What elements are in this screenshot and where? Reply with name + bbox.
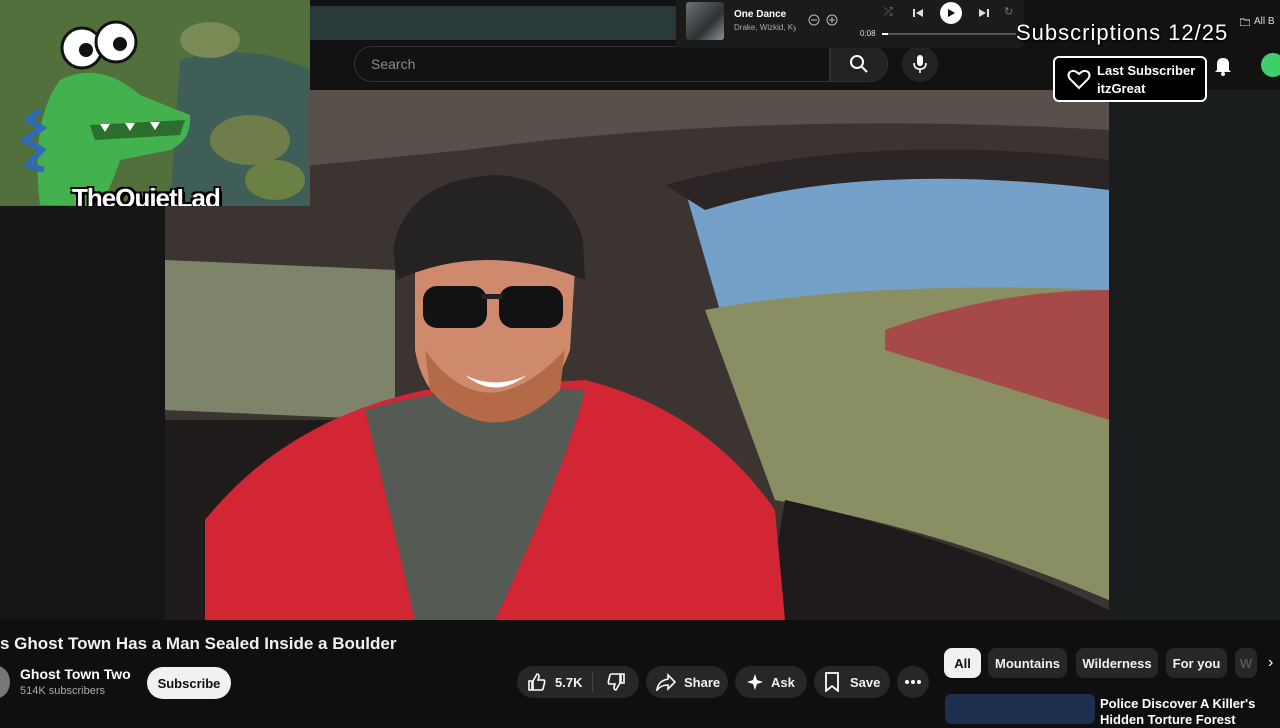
streamer-logo: TheQuietLad bbox=[72, 183, 221, 206]
thumbs-down-icon bbox=[607, 673, 625, 691]
playback-progress[interactable] bbox=[882, 33, 1016, 35]
heart-icon bbox=[1067, 68, 1091, 95]
album-art bbox=[686, 2, 724, 40]
save-label: Save bbox=[850, 674, 881, 690]
microphone-icon bbox=[913, 55, 927, 73]
folder-icon bbox=[1240, 18, 1250, 26]
notifications-button[interactable] bbox=[1212, 54, 1234, 81]
chevron-right-icon[interactable]: › bbox=[1268, 654, 1273, 672]
remove-icon[interactable] bbox=[808, 13, 820, 31]
channel-subscriber-count: 514K subscribers bbox=[20, 685, 105, 697]
song-title: One Dance bbox=[734, 9, 787, 20]
save-button[interactable]: Save bbox=[814, 666, 890, 698]
playback-time: 0:08 bbox=[860, 29, 876, 38]
music-player: One Dance Drake, Wizkid, Kyla ⤮ ↻ 0:08 bbox=[676, 0, 1024, 48]
like-button[interactable]: 5.7K bbox=[517, 672, 593, 692]
dislike-button[interactable] bbox=[593, 672, 639, 692]
account-avatar[interactable] bbox=[1261, 53, 1280, 77]
chip-mountains[interactable]: Mountains bbox=[988, 648, 1067, 678]
video-letterbox-right bbox=[1109, 90, 1280, 620]
ask-label: Ask bbox=[771, 674, 795, 690]
channel-name[interactable]: Ghost Town Two bbox=[20, 666, 131, 682]
share-label: Share bbox=[684, 674, 721, 690]
play-button[interactable] bbox=[940, 2, 962, 24]
like-dislike-group: 5.7K bbox=[517, 666, 639, 698]
next-track-icon[interactable] bbox=[978, 6, 990, 24]
share-icon bbox=[656, 673, 676, 691]
shuffle-icon[interactable]: ⤮ bbox=[884, 6, 893, 19]
playback-progress-fill bbox=[882, 33, 888, 35]
more-horizontal-icon bbox=[905, 680, 921, 684]
video-letterbox-left bbox=[0, 206, 165, 620]
header-strip bbox=[310, 6, 680, 40]
repeat-icon[interactable]: ↻ bbox=[1004, 5, 1013, 18]
all-bookmarks-label: All B bbox=[1254, 16, 1275, 27]
last-subscriber-name: itzGreat bbox=[1097, 81, 1146, 96]
chip-all[interactable]: All bbox=[944, 648, 981, 678]
webcam-overlay: TheQuietLad bbox=[0, 0, 310, 206]
add-icon[interactable] bbox=[826, 13, 838, 31]
search-box[interactable]: Search bbox=[354, 46, 830, 82]
previous-track-icon[interactable] bbox=[912, 6, 924, 24]
search-button[interactable] bbox=[830, 46, 888, 82]
bookmark-icon bbox=[825, 672, 839, 692]
ask-button[interactable]: Ask bbox=[735, 666, 807, 698]
bell-icon bbox=[1215, 58, 1231, 76]
channel-avatar[interactable] bbox=[0, 666, 10, 698]
more-actions-button[interactable] bbox=[897, 666, 929, 698]
search-input[interactable]: Search bbox=[371, 56, 415, 72]
thumbs-up-icon bbox=[528, 673, 546, 691]
chip-wilderness[interactable]: Wilderness bbox=[1076, 648, 1158, 678]
subscription-goal: Subscriptions 12/25 bbox=[1016, 20, 1229, 45]
all-bookmarks-button[interactable]: All B bbox=[1240, 16, 1275, 27]
last-subscriber-title: Last Subscriber bbox=[1097, 63, 1196, 78]
crocodile-mascot bbox=[0, 0, 310, 206]
song-artist: Drake, Wizkid, Kyla bbox=[734, 23, 796, 32]
sparkle-icon bbox=[747, 674, 763, 690]
recommendation-title[interactable]: Police Discover A Killer's Hidden Tortur… bbox=[1100, 696, 1270, 728]
chip-for-you[interactable]: For you bbox=[1166, 648, 1227, 678]
search-icon bbox=[850, 55, 868, 73]
like-count: 5.7K bbox=[555, 674, 583, 690]
play-icon bbox=[948, 9, 955, 17]
video-title: s Ghost Town Has a Man Sealed Inside a B… bbox=[0, 634, 397, 653]
subscribe-button[interactable]: Subscribe bbox=[147, 667, 231, 699]
voice-search-button[interactable] bbox=[902, 46, 938, 82]
share-button[interactable]: Share bbox=[646, 666, 728, 698]
last-subscriber-box: Last Subscriber itzGreat bbox=[1053, 56, 1207, 102]
chip-next[interactable]: W bbox=[1235, 648, 1257, 678]
